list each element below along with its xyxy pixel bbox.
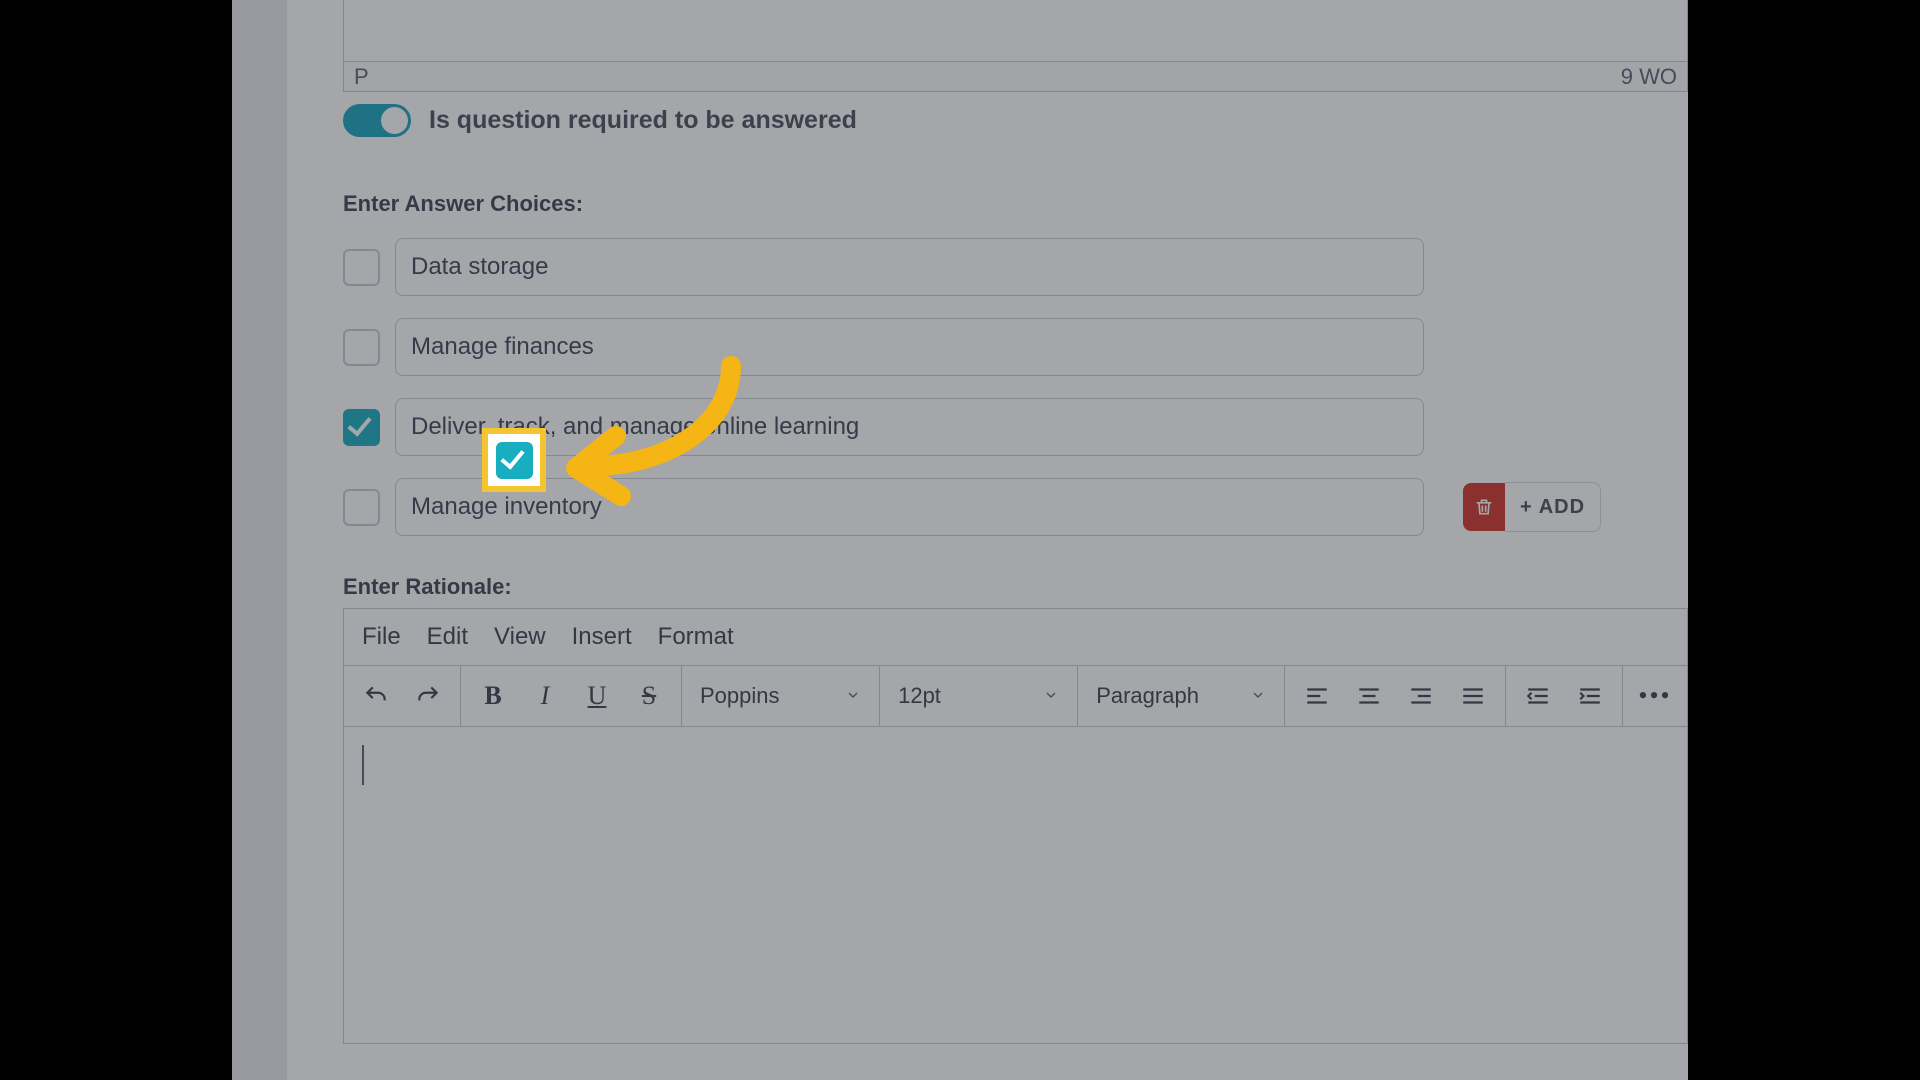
choice-input[interactable] [395,398,1424,456]
choice-row [343,318,1601,376]
answer-choices-list: + ADD [343,238,1601,558]
indent-icon [1577,683,1603,709]
outdent-icon [1525,683,1551,709]
delete-choice-button[interactable] [1463,483,1505,531]
font-size-value: 12pt [898,683,941,709]
undo-button[interactable] [356,676,396,716]
indent-button[interactable] [1570,676,1610,716]
chevron-down-icon [1043,683,1059,709]
block-format-select[interactable]: Paragraph [1078,666,1285,726]
highlight-correct-answer-checkbox [482,428,546,492]
align-right-icon [1408,683,1434,709]
menu-file[interactable]: File [362,623,401,651]
align-right-button[interactable] [1401,676,1441,716]
italic-button[interactable]: I [525,676,565,716]
font-family-select[interactable]: Poppins [682,666,880,726]
plus-icon: + [1520,496,1533,519]
outdent-button[interactable] [1518,676,1558,716]
editor-toolbar: B I U S Poppins 12pt Paragraph [344,666,1687,727]
required-toggle[interactable] [343,104,411,137]
editor-statusbar: P 9 WO [343,62,1688,92]
required-toggle-label: Is question required to be answered [429,106,857,135]
align-justify-icon [1460,683,1486,709]
align-left-icon [1304,683,1330,709]
choice-checkbox-highlighted[interactable] [496,442,533,479]
align-justify-button[interactable] [1453,676,1493,716]
form-panel: P 9 WO Is question required to be answer… [287,0,1688,1080]
toggle-knob [381,107,408,134]
chevron-down-icon [1250,683,1266,709]
choice-checkbox[interactable] [343,409,380,446]
rationale-label: Enter Rationale: [343,574,512,600]
undo-icon [363,683,389,709]
choice-checkbox[interactable] [343,329,380,366]
rationale-textarea[interactable] [344,727,1687,1043]
more-toolbar-button[interactable]: ••• [1635,676,1675,716]
underline-button[interactable]: U [577,676,617,716]
required-toggle-row: Is question required to be answered [343,104,857,137]
choice-input[interactable] [395,238,1424,296]
trash-icon [1474,495,1494,519]
text-caret [362,745,364,785]
rationale-editor: File Edit View Insert Format B I U S [343,608,1688,1044]
font-family-value: Poppins [700,683,780,709]
strike-button[interactable]: S [629,676,669,716]
choice-checkbox[interactable] [343,249,380,286]
menu-view[interactable]: View [494,623,546,651]
question-editor-area[interactable] [343,0,1688,62]
add-choice-button[interactable]: + ADD [1505,482,1601,532]
block-format-value: Paragraph [1096,683,1199,709]
status-wordcount: 9 WO [1621,64,1677,90]
choice-checkbox[interactable] [343,489,380,526]
redo-button[interactable] [408,676,448,716]
menu-edit[interactable]: Edit [427,623,468,651]
bold-button[interactable]: B [473,676,513,716]
align-center-button[interactable] [1349,676,1389,716]
font-size-select[interactable]: 12pt [880,666,1078,726]
editor-menubar: File Edit View Insert Format [344,609,1687,666]
align-left-button[interactable] [1297,676,1337,716]
chevron-down-icon [845,683,861,709]
answer-choices-label: Enter Answer Choices: [343,191,583,217]
menu-insert[interactable]: Insert [572,623,632,651]
choice-input[interactable] [395,318,1424,376]
choice-row [343,238,1601,296]
app-stage: P 9 WO Is question required to be answer… [232,0,1688,1080]
status-path: P [354,64,369,90]
choice-input[interactable] [395,478,1424,536]
menu-format[interactable]: Format [658,623,734,651]
add-button-label: ADD [1539,496,1585,519]
redo-icon [415,683,441,709]
align-center-icon [1356,683,1382,709]
